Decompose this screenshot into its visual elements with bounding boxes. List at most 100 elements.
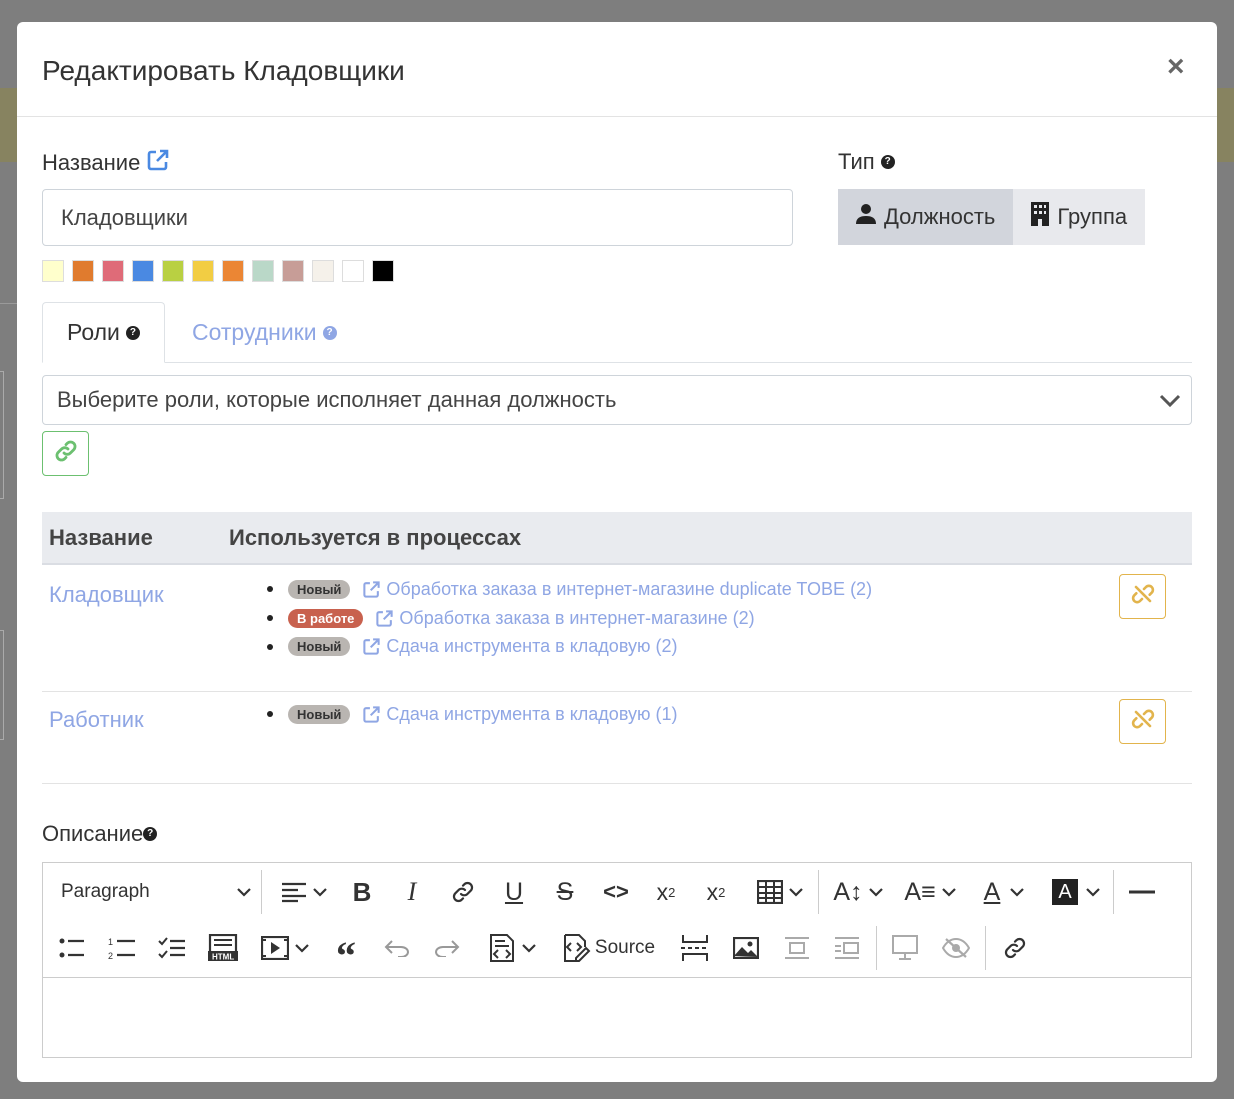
color-swatch[interactable] [282,260,304,282]
blockquote-button[interactable]: “ [329,928,363,978]
font-size-button[interactable]: A↕ [829,872,887,912]
help-icon[interactable]: ? [143,827,158,841]
background-color-button[interactable]: A [1047,872,1105,912]
toolbar-separator [1113,870,1114,914]
unlink-role-button[interactable] [1119,699,1166,744]
help-icon[interactable]: ? [125,325,140,340]
color-swatch[interactable] [372,260,394,282]
image-icon [733,937,759,959]
paragraph-dropdown[interactable]: Paragraph [61,872,251,912]
bold-button[interactable]: B [345,872,379,912]
numbered-list-button[interactable]: 12 [105,928,139,968]
tab-employees[interactable]: Сотрудники ? [168,302,361,363]
subscript-button[interactable]: x2 [649,872,683,912]
process-link[interactable]: Сдача инструмента в кладовую (1) [362,704,678,725]
color-swatch[interactable] [162,260,184,282]
code-document-icon [490,934,514,962]
type-group-label: Группа [1057,204,1128,229]
underline-button[interactable]: U [497,872,531,912]
bullet-list-button[interactable] [55,928,89,968]
color-swatch[interactable] [222,260,244,282]
redo-button[interactable] [430,928,464,968]
process-link[interactable]: Сдача инструмента в кладовую (2) [362,636,678,657]
background-panel [0,630,4,740]
color-swatch[interactable] [42,260,64,282]
chevron-down-icon [789,888,803,897]
page-break-button[interactable] [678,928,712,968]
help-icon[interactable]: ? [880,155,895,169]
image-align-side-button[interactable] [830,928,864,968]
color-swatch[interactable] [342,260,364,282]
checklist-icon [158,937,185,959]
table-button[interactable] [751,872,809,912]
close-button[interactable]: × [1167,52,1185,82]
font-color-button[interactable]: A [975,872,1033,912]
align-button[interactable] [275,872,333,912]
media-embed-button[interactable] [256,928,314,968]
process-link[interactable]: Обработка заказа в интернет-магазине dup… [362,579,872,600]
role-link[interactable]: Работник [49,707,144,733]
chevron-down-icon [1159,389,1181,411]
unlink-icon [1131,582,1155,611]
process-link[interactable]: Обработка заказа в интернет-магазине (2) [375,608,755,629]
source-button[interactable]: Source [557,928,659,968]
color-swatch[interactable] [312,260,334,282]
tab-roles[interactable]: Роли ? [42,302,165,363]
numbered-list-icon: 12 [108,937,135,960]
undo-button[interactable] [380,928,414,968]
link-icon [1004,937,1026,959]
font-family-button[interactable]: A≡ [901,872,959,912]
source-editing-button[interactable] [480,928,544,968]
bullet [267,643,273,650]
name-input[interactable] [42,189,793,246]
color-swatch[interactable] [252,260,274,282]
role-link[interactable]: Кладовщик [49,582,164,608]
link-icon [54,439,78,468]
roles-select[interactable]: Выберите роли, которые исполняет данная … [42,375,1192,425]
status-badge: Новый [288,579,351,599]
help-icon[interactable]: ? [322,325,337,340]
image-side-icon [835,937,859,959]
process-title: Обработка заказа в интернет-магазине dup… [386,578,873,599]
chevron-down-icon [941,888,956,897]
external-link-icon[interactable] [146,148,170,178]
horizontal-line-button[interactable] [1125,872,1159,912]
process-list: Новый Обработка заказа в интернет-магазин… [267,575,872,661]
preview-button[interactable] [888,928,922,968]
svg-text:1: 1 [108,937,113,947]
html-embed-button[interactable]: HTML [206,928,240,968]
bullet-list-icon [59,938,84,958]
color-swatch[interactable] [132,260,154,282]
color-swatch[interactable] [102,260,124,282]
process-item: В работе Обработка заказа в интернет-мага… [267,604,872,633]
todo-list-button[interactable] [155,928,189,968]
italic-button[interactable]: I [395,872,429,912]
superscript-button[interactable]: x2 [699,872,733,912]
chevron-down-icon [313,888,327,897]
strikethrough-button[interactable]: S [548,872,582,912]
media-icon [261,936,289,960]
color-swatch[interactable] [192,260,214,282]
external-link-icon [363,581,381,598]
svg-text:HTML: HTML [212,953,234,962]
visibility-button[interactable] [939,928,973,968]
unlink-role-button[interactable] [1119,574,1166,619]
status-badge: Новый [288,704,351,724]
page-break-icon [681,935,708,961]
type-group-button[interactable]: Группа [1013,189,1146,245]
type-position-button[interactable]: Должность [838,189,1014,245]
link-button[interactable] [446,872,480,912]
eye-slash-icon [942,937,970,959]
column-header-name: Название [49,524,153,550]
font-color-icon: A [983,877,1001,906]
editor-content-area[interactable] [43,978,1191,1057]
image-button[interactable] [729,928,763,968]
process-item: Новый Сдача инструмента в кладовую (2) [267,632,872,661]
code-button[interactable]: <> [599,872,633,912]
insert-link-button[interactable] [998,928,1032,968]
link-role-button[interactable] [42,431,89,476]
color-swatch[interactable] [72,260,94,282]
image-align-center-button[interactable] [780,928,814,968]
toolbar-separator [985,926,986,970]
chevron-down-icon [868,888,883,897]
